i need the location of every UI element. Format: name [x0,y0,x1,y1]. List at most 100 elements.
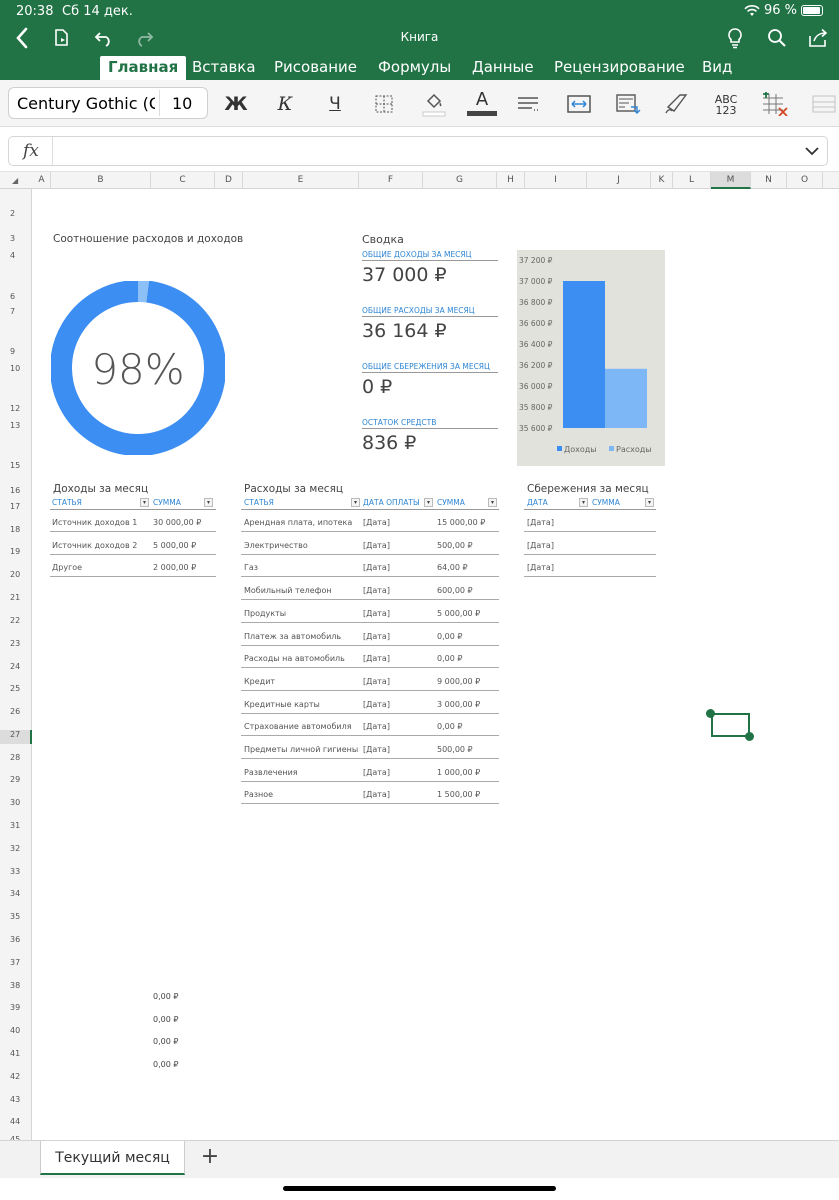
loose-value-cell[interactable]: 0,00 ₽ [153,1060,178,1069]
row-header-16[interactable]: 16 [0,486,32,500]
row-header-32[interactable]: 32 [0,844,32,858]
expense-cell[interactable]: Кредит [244,677,275,686]
sheet-tab-current-month[interactable]: Текущий месяц [40,1141,185,1175]
tab-review[interactable]: Рецензирование [546,56,693,80]
expense-row[interactable]: Мобильный телефон [Дата] 600,00 ₽ [241,578,499,601]
column-header-k[interactable]: K [651,172,673,189]
insert-cells-icon[interactable] [760,92,790,116]
row-header-28[interactable]: 28 [0,753,32,767]
filter-dropdown-icon[interactable]: ▾ [204,498,213,507]
expense-cell[interactable]: Страхование автомобиля [244,722,352,731]
row-header-3[interactable]: 3 [0,234,32,248]
expense-row[interactable]: Предметы личной гигиены [Дата] 500,00 ₽ [241,737,499,759]
row-header-26[interactable]: 26 [0,707,32,721]
expense-cell[interactable]: 0,00 ₽ [437,722,462,731]
row-header-13[interactable]: 13 [0,421,32,435]
underline-button[interactable]: Ч [322,92,348,116]
expense-row[interactable]: Электричество [Дата] 500,00 ₽ [241,533,499,555]
column-header-h[interactable]: H [497,172,525,189]
column-header-d[interactable]: D [215,172,243,189]
expense-cell[interactable]: 500,00 ₽ [437,745,473,754]
row-header-40[interactable]: 40 [0,1026,32,1040]
savings-cell[interactable]: [Дата] [527,518,554,527]
row-header-37[interactable]: 37 [0,958,32,972]
row-header-10[interactable]: 10 [0,364,32,378]
expense-cell[interactable]: 64,00 ₽ [437,563,468,572]
column-header-a[interactable]: A [33,172,51,189]
tab-home[interactable]: Главная [100,56,187,80]
tab-formulas[interactable]: Формулы [370,56,459,80]
expense-cell[interactable]: 1 000,00 ₽ [437,768,480,777]
row-header-29[interactable]: 29 [0,775,32,789]
row-header-12[interactable]: 12 [0,404,32,418]
tab-data[interactable]: Данные [464,56,542,80]
column-header-o[interactable]: O [787,172,823,189]
expense-cell[interactable]: 3 000,00 ₽ [437,700,480,709]
expense-cell[interactable]: [Дата] [363,518,390,527]
column-header-e[interactable]: E [243,172,359,189]
expense-row[interactable]: Расходы на автомобиль [Дата] 0,00 ₽ [241,646,499,669]
wrap-text-icon[interactable] [614,92,642,116]
expense-row[interactable]: Продукты [Дата] 5 000,00 ₽ [241,601,499,623]
filter-dropdown-icon[interactable]: ▾ [488,498,497,507]
savings-cell[interactable]: [Дата] [527,541,554,550]
row-header-17[interactable]: 17 [0,502,32,516]
expense-cell[interactable]: Кредитные карты [244,700,320,709]
filter-dropdown-icon[interactable]: ▾ [140,498,149,507]
row-header-39[interactable]: 39 [0,1003,32,1017]
format-painter-icon[interactable] [663,92,691,116]
row-header-42[interactable]: 42 [0,1072,32,1086]
expense-cell[interactable]: 15 000,00 ₽ [437,518,485,527]
merge-center-icon[interactable] [565,92,593,116]
row-header-19[interactable]: 19 [0,547,32,561]
fx-label[interactable]: fx [23,141,39,161]
column-header-l[interactable]: L [673,172,711,189]
row-header-41[interactable]: 41 [0,1049,32,1063]
row-header-44[interactable]: 44 [0,1117,32,1131]
expense-cell[interactable]: Платеж за автомобиль [244,632,341,641]
expense-cell[interactable]: 0,00 ₽ [437,654,462,663]
expense-cell[interactable]: [Дата] [363,722,390,731]
loose-value-cell[interactable]: 0,00 ₽ [153,1037,178,1046]
expense-row[interactable]: Газ [Дата] 64,00 ₽ [241,555,499,578]
expense-cell[interactable]: Разное [244,790,273,799]
lightbulb-icon[interactable] [722,22,748,54]
row-header-9[interactable]: 9 [0,347,32,361]
expense-cell[interactable]: 0,00 ₽ [437,632,462,641]
selection-handle-bottom-right[interactable] [745,732,754,741]
tab-draw[interactable]: Рисование [266,56,365,80]
income-row[interactable]: Источник доходов 1 30 000,00 ₽ [50,510,216,532]
row-header-20[interactable]: 20 [0,570,32,584]
savings-row[interactable]: [Дата] [524,533,656,555]
expense-cell[interactable]: [Дата] [363,790,390,799]
expense-cell[interactable]: [Дата] [363,586,390,595]
income-cell[interactable]: 2 000,00 ₽ [153,563,196,572]
income-row[interactable]: Другое 2 000,00 ₽ [50,555,216,578]
expense-row[interactable]: Страхование автомобиля [Дата] 0,00 ₽ [241,714,499,737]
expense-cell[interactable]: [Дата] [363,654,390,663]
row-header-43[interactable]: 43 [0,1095,32,1109]
formula-bar[interactable]: fx [8,136,828,166]
expense-cell[interactable]: [Дата] [363,677,390,686]
expense-row[interactable]: Кредитные карты [Дата] 3 000,00 ₽ [241,692,499,714]
filter-dropdown-icon[interactable]: ▾ [424,498,433,507]
expense-cell[interactable]: Арендная плата, ипотека [244,518,352,527]
row-header-18[interactable]: 18 [0,525,32,539]
income-cell[interactable]: Другое [52,563,82,572]
share-icon[interactable] [804,22,832,54]
expense-cell[interactable]: Продукты [244,609,286,618]
sheet-canvas[interactable]: Соотношение расходов и доходов 98% Сводк… [33,189,839,1140]
expense-cell[interactable]: [Дата] [363,745,390,754]
income-row[interactable]: Источник доходов 2 5 000,00 ₽ [50,533,216,555]
filter-dropdown-icon[interactable]: ▾ [351,498,360,507]
loose-value-cell[interactable]: 0,00 ₽ [153,1015,178,1024]
row-header-31[interactable]: 31 [0,821,32,835]
column-header-i[interactable]: I [525,172,587,189]
expense-cell[interactable]: Электричество [244,541,308,550]
column-header-g[interactable]: G [423,172,497,189]
row-header-24[interactable]: 24 [0,662,32,676]
column-header-n[interactable]: N [751,172,787,189]
font-name[interactable]: Century Gothic (С [17,94,155,113]
row-header-34[interactable]: 34 [0,889,32,903]
row-header-25[interactable]: 25 [0,684,32,698]
